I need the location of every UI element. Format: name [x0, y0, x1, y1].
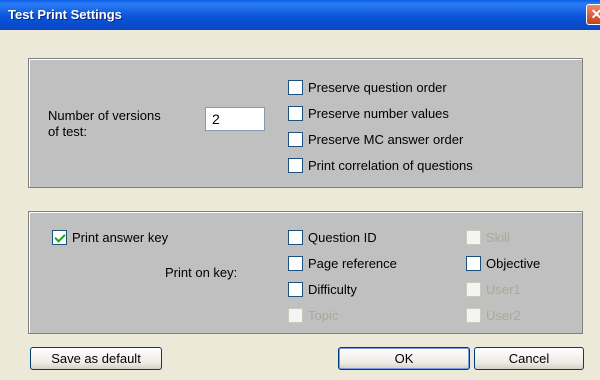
user2-checkbox: User2: [466, 306, 521, 324]
checkbox-label: User1: [486, 281, 521, 297]
checkbox-box: [466, 229, 481, 245]
preserve-number-values-checkbox[interactable]: Preserve number values: [288, 104, 449, 122]
checkbox-label: Preserve question order: [308, 79, 447, 95]
checkbox-label: Page reference: [308, 255, 397, 271]
checkbox-box[interactable]: [288, 255, 303, 271]
cancel-button[interactable]: Cancel: [474, 347, 584, 370]
title-bar: Test Print Settings ✕: [0, 0, 600, 30]
window-title: Test Print Settings: [8, 7, 122, 22]
checkbox-label: Difficulty: [308, 281, 357, 297]
checkbox-label: Skill: [486, 229, 510, 245]
ok-button[interactable]: OK: [338, 347, 470, 370]
checkbox-box[interactable]: [288, 229, 303, 245]
checkbox-box[interactable]: [466, 255, 481, 271]
close-icon[interactable]: ✕: [586, 4, 600, 25]
versions-label-line1: Number of versions: [48, 108, 161, 123]
checkbox-label: Print answer key: [72, 229, 169, 245]
difficulty-checkbox[interactable]: Difficulty: [288, 280, 357, 298]
print-correlation-checkbox[interactable]: Print correlation of questions: [288, 156, 473, 174]
checkbox-box[interactable]: [288, 157, 303, 173]
checkbox-label: Preserve number values: [308, 105, 449, 121]
checkbox-label: Question ID: [308, 229, 377, 245]
objective-checkbox[interactable]: Objective: [466, 254, 540, 272]
checkbox-label: Preserve MC answer order: [308, 131, 464, 147]
checkbox-box[interactable]: [288, 105, 303, 121]
checkbox-box: [466, 307, 481, 323]
skill-checkbox: Skill: [466, 228, 510, 246]
checkbox-box: [466, 281, 481, 297]
checkbox-box: [288, 307, 303, 323]
preserve-question-order-checkbox[interactable]: Preserve question order: [288, 78, 447, 96]
checkbox-box[interactable]: [288, 281, 303, 297]
checkbox-box[interactable]: [288, 131, 303, 147]
versions-label-line2: of test:: [48, 124, 88, 139]
checkbox-label: Topic: [308, 307, 339, 323]
checkbox-label: User2: [486, 307, 521, 323]
user1-checkbox: User1: [466, 280, 521, 298]
checkbox-box[interactable]: [288, 79, 303, 95]
save-as-default-button[interactable]: Save as default: [30, 347, 162, 370]
page-reference-checkbox[interactable]: Page reference: [288, 254, 397, 272]
question-id-checkbox[interactable]: Question ID: [288, 228, 377, 246]
checkbox-label: Print correlation of questions: [308, 157, 473, 173]
topic-checkbox: Topic: [288, 306, 338, 324]
preserve-mc-answer-order-checkbox[interactable]: Preserve MC answer order: [288, 130, 463, 148]
versions-input[interactable]: [205, 107, 265, 131]
checkbox-box[interactable]: [52, 229, 67, 245]
print-on-key-label: Print on key:: [165, 265, 238, 280]
print-answer-key-checkbox[interactable]: Print answer key: [52, 228, 168, 246]
checkbox-label: Objective: [486, 255, 541, 271]
